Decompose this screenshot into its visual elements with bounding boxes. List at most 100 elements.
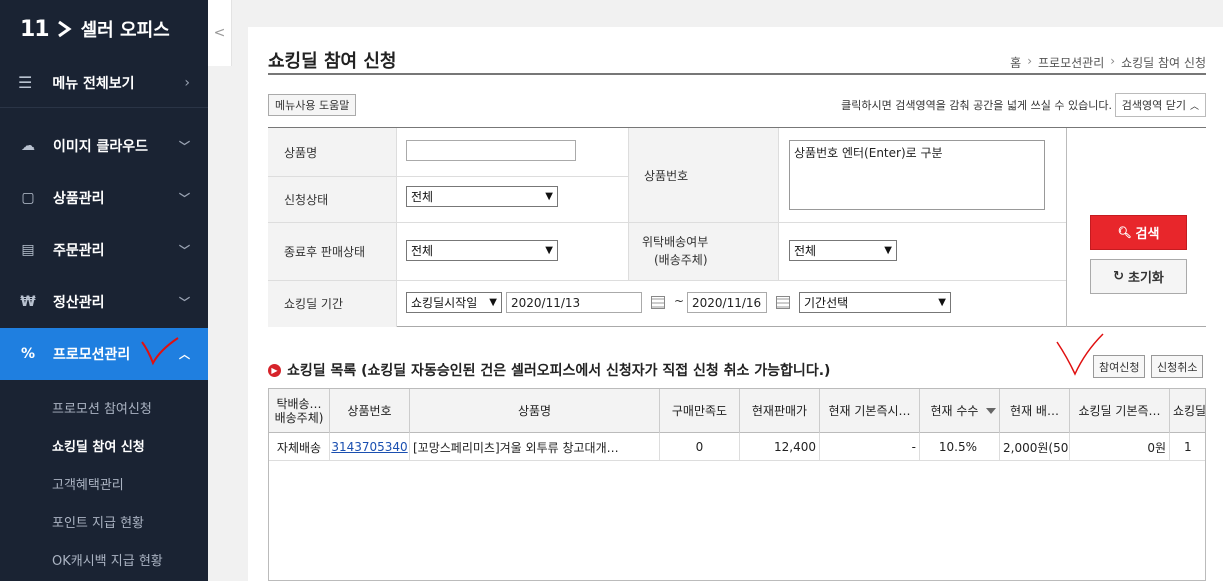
table-row[interactable]: 자체배송 3143705340 [꼬망스페리미츠]겨울 외투류 창고대개… 0 …	[269, 433, 1205, 461]
column-header[interactable]: 상품번호	[330, 389, 410, 433]
status-select[interactable]: 전체 ▼	[406, 186, 558, 207]
chevron-down-icon: ﹀	[179, 140, 190, 153]
column-header[interactable]: 현재판매가	[740, 389, 820, 433]
table-cell: -	[820, 433, 920, 461]
calendar-icon[interactable]	[776, 296, 790, 309]
refresh-icon: ↻	[1113, 269, 1124, 284]
after-sale-select[interactable]: 전체 ▼	[406, 240, 558, 261]
breadcrumb-promotion[interactable]: 프로모션관리	[1038, 54, 1104, 71]
order-icon: ▤	[21, 242, 35, 258]
deal-grid: 탁배송… 배송주체) 상품번호 상품명 구매만족도 현재판매가 현재 기본즉시……	[268, 388, 1206, 581]
submenu-item[interactable]: 포인트 지급 현황	[0, 502, 208, 540]
sidebar: 11 셀러 오피스 ☰ 메뉴 전체보기 › ☁ 이미지 클라우드 ﹀ ▢ 상품관…	[0, 0, 208, 581]
apply-button[interactable]: 참여신청	[1093, 355, 1146, 378]
column-header[interactable]: 현재 기본즉시…	[820, 389, 920, 433]
table-cell: [꼬망스페리미츠]겨울 외투류 창고대개…	[410, 433, 660, 461]
submenu-item[interactable]: 프로모션 참여신청	[0, 388, 208, 426]
sidebar-item-label: 상품관리	[53, 191, 105, 207]
logo-arrow-icon	[57, 20, 72, 38]
sort-down-icon[interactable]	[986, 408, 996, 414]
breadcrumb-home[interactable]: 홈	[1010, 54, 1021, 71]
product-name-input[interactable]	[406, 140, 576, 161]
column-header-label: 현재 수수	[930, 404, 979, 418]
sidebar-item-promotion[interactable]: % 프로모션관리 ︿	[0, 328, 208, 380]
breadcrumb-current: 쇼킹딜 참여 신청	[1121, 56, 1206, 70]
breadcrumb: 홈 › 프로모션관리 › 쇼킹딜 참여 신청	[1010, 54, 1206, 71]
period-type-value: 쇼킹딜시작일	[411, 296, 478, 310]
logo-text: 셀러 오피스	[80, 20, 170, 41]
consign-select-value: 전체	[794, 244, 817, 258]
reset-button-label: 초기화	[1128, 271, 1164, 286]
cloud-icon: ☁	[21, 138, 35, 154]
column-header[interactable]: 탁배송… 배송주체)	[269, 389, 330, 433]
cancel-apply-button[interactable]: 신청취소	[1151, 355, 1204, 378]
sidebar-collapse-button[interactable]: <	[208, 0, 232, 66]
product-icon: ▢	[21, 190, 35, 206]
table-cell-link: 3143705340	[330, 433, 410, 461]
table-cell: 자체배송	[269, 433, 330, 461]
status-label: 신청상태	[268, 176, 396, 222]
chevron-down-icon: ﹀	[179, 296, 190, 309]
search-button[interactable]: 🔍︎ 검색	[1090, 215, 1187, 250]
date-to-input[interactable]: 2020/11/16	[687, 292, 767, 313]
dropdown-arrow-icon: ▼	[938, 297, 946, 308]
column-header[interactable]: 쇼킹딜 기본즉…	[1070, 389, 1170, 433]
chevron-up-icon: ︿	[1189, 101, 1199, 112]
search-button-label: 검색	[1135, 227, 1160, 242]
chevron-down-icon: ﹀	[179, 192, 190, 205]
help-button[interactable]: 메뉴사용 도움말	[268, 94, 357, 116]
sidebar-item-image-cloud[interactable]: ☁ 이미지 클라우드 ﹀	[0, 120, 208, 172]
won-icon: ₩	[20, 294, 36, 310]
dropdown-arrow-icon: ▼	[545, 245, 553, 256]
divider	[778, 128, 779, 280]
reset-button[interactable]: ↻ 초기화	[1090, 259, 1187, 294]
divider	[268, 222, 1066, 223]
sidebar-item-order[interactable]: ▤ 주문관리 ﹀	[0, 224, 208, 276]
calendar-icon[interactable]	[651, 296, 665, 309]
menu-all-button[interactable]: ☰ 메뉴 전체보기 ›	[0, 58, 208, 108]
divider	[628, 128, 629, 280]
main-panel: 쇼킹딜 참여 신청 홈 › 프로모션관리 › 쇼킹딜 참여 신청 메뉴사용 도움…	[248, 27, 1223, 581]
grid-header: 탁배송… 배송주체) 상품번호 상품명 구매만족도 현재판매가 현재 기본즉시……	[269, 389, 1205, 433]
column-header[interactable]: 현재 배…	[1000, 389, 1070, 433]
chevron-up-icon: ︿	[179, 348, 190, 361]
list-title: ▶ 쇼킹딜 목록 (쇼킹딜 자동승인된 건은 셀러오피스에서 신청자가 직접 신…	[268, 360, 830, 380]
sidebar-item-product[interactable]: ▢ 상품관리 ﹀	[0, 172, 208, 224]
list-title-text: 쇼킹딜 목록 (쇼킹딜 자동승인된 건은 셀러오피스에서 신청자가 직접 신청 …	[287, 363, 831, 379]
period-select-value: 기간선택	[804, 296, 849, 310]
table-cell: 1	[1170, 433, 1205, 461]
after-sale-select-value: 전체	[411, 244, 434, 258]
divider	[268, 280, 1066, 281]
submenu-item-current[interactable]: 쇼킹딜 참여 신청	[0, 426, 208, 464]
sidebar-item-label: 이미지 클라우드	[53, 139, 149, 155]
column-header-sortable[interactable]: 현재 수수	[920, 389, 1000, 433]
logo[interactable]: 11 셀러 오피스	[0, 0, 208, 58]
consign-label-line2: (배송주체)	[654, 253, 708, 267]
dropdown-arrow-icon: ▼	[884, 245, 892, 256]
column-header[interactable]: 상품명	[410, 389, 660, 433]
status-select-value: 전체	[411, 190, 434, 204]
submenu-item[interactable]: 고객혜택관리	[0, 464, 208, 502]
search-icon: 🔍︎	[1117, 226, 1132, 239]
date-from-input[interactable]: 2020/11/13	[506, 292, 642, 313]
consign-label: 위탁배송여부 (배송주체)	[628, 222, 778, 280]
column-header[interactable]: 쇼킹딜	[1170, 389, 1205, 433]
sidebar-item-settlement[interactable]: ₩ 정산관리 ﹀	[0, 276, 208, 328]
sidebar-item-label: 주문관리	[53, 243, 105, 259]
product-no-link[interactable]: 3143705340	[331, 440, 407, 454]
after-sale-label: 종료후 판매상태	[268, 222, 396, 280]
chevron-right-icon: ›	[184, 74, 190, 91]
consign-select[interactable]: 전체 ▼	[789, 240, 897, 261]
product-no-label: 상품번호	[628, 128, 778, 222]
period-type-select[interactable]: 쇼킹딜시작일 ▼	[406, 292, 502, 313]
bullet-arrow-icon: ▶	[268, 363, 281, 377]
submenu-item[interactable]: OK캐시백 지급 현황	[0, 540, 208, 578]
breadcrumb-separator-icon: ›	[1110, 54, 1116, 68]
column-header[interactable]: 구매만족도	[660, 389, 740, 433]
period-label: 쇼킹딜 기간	[268, 280, 396, 327]
close-search-button[interactable]: 검색영역 닫기 ︿	[1114, 93, 1206, 117]
percent-icon: %	[20, 346, 36, 362]
period-select[interactable]: 기간선택 ▼	[799, 292, 951, 313]
logo-mark: 11	[20, 16, 50, 42]
product-no-textarea[interactable]: 상품번호 엔터(Enter)로 구분	[789, 140, 1045, 210]
